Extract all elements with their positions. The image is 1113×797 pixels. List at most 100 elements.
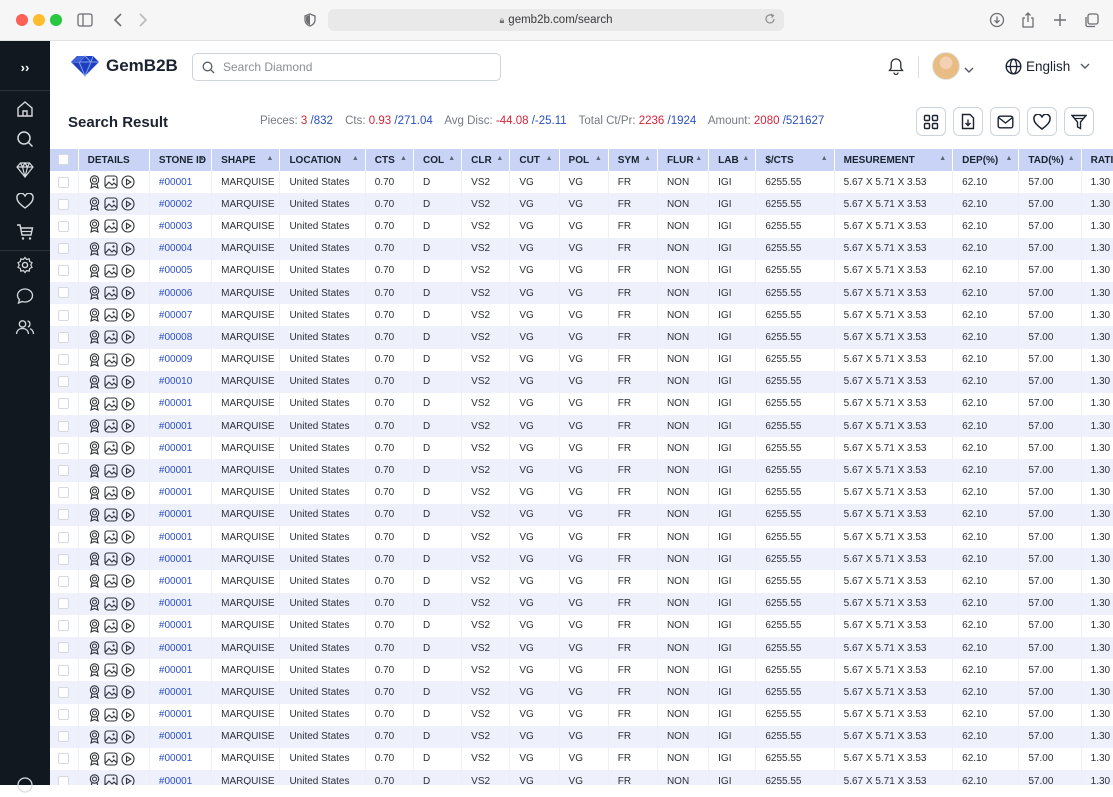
row-checkbox[interactable] bbox=[50, 570, 79, 593]
table-row[interactable]: #00001 MARQUISE United States 0.70 D VS2 VG VG F… bbox=[50, 392, 1113, 416]
cell-stone-id[interactable]: #00007 bbox=[149, 304, 213, 327]
sort-icon[interactable]: ▲ bbox=[644, 155, 651, 162]
cell-stone-id[interactable]: #00005 bbox=[149, 259, 213, 282]
column-header-cts[interactable]: CTS ▲ bbox=[365, 149, 414, 171]
cell-stone-id[interactable]: #00001 bbox=[149, 725, 213, 748]
users-icon[interactable] bbox=[13, 315, 37, 339]
grid-view-button[interactable] bbox=[916, 107, 946, 136]
certificate-icon[interactable] bbox=[88, 397, 101, 411]
expand-icon[interactable]: ›› bbox=[13, 55, 37, 79]
sort-icon[interactable]: ▲ bbox=[695, 155, 702, 162]
cart-icon[interactable] bbox=[13, 220, 37, 244]
table-row[interactable]: #00002 MARQUISE United States 0.70 D VS2 VG VG F… bbox=[50, 193, 1113, 216]
row-checkbox[interactable] bbox=[50, 526, 79, 549]
video-icon[interactable] bbox=[121, 552, 135, 566]
row-checkbox[interactable] bbox=[50, 259, 79, 282]
video-icon[interactable] bbox=[121, 597, 135, 611]
notification-bell-icon[interactable] bbox=[888, 57, 904, 80]
wishlist-button[interactable] bbox=[1027, 107, 1057, 136]
row-checkbox[interactable] bbox=[50, 193, 79, 216]
image-icon[interactable] bbox=[104, 375, 118, 389]
search-box[interactable] bbox=[192, 53, 501, 81]
column-header-sym[interactable]: SYM ▲ bbox=[608, 149, 658, 171]
image-icon[interactable] bbox=[104, 685, 118, 699]
row-checkbox[interactable] bbox=[50, 481, 79, 504]
image-icon[interactable] bbox=[104, 641, 118, 655]
row-checkbox[interactable] bbox=[50, 548, 79, 571]
row-checkbox[interactable] bbox=[50, 392, 79, 416]
address-bar[interactable]: 🔒︎ gemb2b.com/search bbox=[328, 9, 784, 31]
mail-button[interactable] bbox=[990, 107, 1020, 136]
cell-stone-id[interactable]: #00001 bbox=[149, 703, 213, 726]
row-checkbox[interactable] bbox=[50, 215, 79, 238]
video-icon[interactable] bbox=[121, 175, 135, 189]
video-icon[interactable] bbox=[121, 397, 135, 411]
sort-icon[interactable]: ▲ bbox=[595, 155, 602, 162]
table-row[interactable]: #00001 MARQUISE United States 0.70 D VS2 VG VG F… bbox=[50, 437, 1113, 460]
row-checkbox[interactable] bbox=[50, 703, 79, 726]
certificate-icon[interactable] bbox=[88, 352, 101, 367]
table-row[interactable]: #00001 MARQUISE United States 0.70 D VS2 VG VG F… bbox=[50, 592, 1113, 615]
diamond-icon[interactable] bbox=[13, 158, 37, 182]
image-icon[interactable] bbox=[104, 552, 118, 566]
video-icon[interactable] bbox=[121, 375, 135, 389]
cell-stone-id[interactable]: #00001 bbox=[149, 681, 213, 704]
video-icon[interactable] bbox=[121, 774, 135, 785]
row-checkbox[interactable] bbox=[50, 636, 79, 660]
cell-stone-id[interactable]: #00003 bbox=[149, 215, 213, 238]
table-row[interactable]: #00004 MARQUISE United States 0.70 D VS2 VG VG F… bbox=[50, 237, 1113, 260]
sort-icon[interactable]: ▲ bbox=[496, 155, 503, 162]
image-icon[interactable] bbox=[104, 242, 118, 256]
sort-icon[interactable]: ▲ bbox=[821, 155, 828, 162]
chat-icon[interactable] bbox=[13, 284, 37, 308]
image-icon[interactable] bbox=[104, 330, 118, 344]
cell-stone-id[interactable]: #00001 bbox=[149, 437, 213, 460]
image-icon[interactable] bbox=[104, 574, 118, 589]
row-checkbox[interactable] bbox=[50, 503, 79, 526]
certificate-icon[interactable] bbox=[88, 508, 101, 522]
video-icon[interactable] bbox=[121, 441, 135, 455]
image-icon[interactable] bbox=[104, 264, 118, 278]
cell-stone-id[interactable]: #00001 bbox=[149, 570, 213, 593]
image-icon[interactable] bbox=[104, 730, 118, 744]
image-icon[interactable] bbox=[104, 508, 118, 522]
forward-icon[interactable] bbox=[133, 10, 153, 30]
column-header-details[interactable]: DETAILS bbox=[78, 149, 150, 171]
sidebar-toggle-icon[interactable] bbox=[75, 10, 95, 30]
sort-icon[interactable]: ▲ bbox=[742, 155, 749, 162]
image-icon[interactable] bbox=[104, 486, 118, 500]
table-row[interactable]: #00003 MARQUISE United States 0.70 D VS2 VG VG F… bbox=[50, 215, 1113, 238]
certificate-icon[interactable] bbox=[88, 330, 101, 345]
certificate-icon[interactable] bbox=[88, 375, 101, 389]
video-icon[interactable] bbox=[121, 685, 135, 699]
image-icon[interactable] bbox=[104, 619, 118, 633]
cell-stone-id[interactable]: #00006 bbox=[149, 281, 213, 305]
certificate-icon[interactable] bbox=[88, 663, 101, 678]
table-row[interactable]: #00001 MARQUISE United States 0.70 D VS2 VG VG F… bbox=[50, 681, 1113, 704]
certificate-icon[interactable] bbox=[88, 241, 101, 256]
download-icon[interactable] bbox=[987, 10, 1007, 30]
table-row[interactable]: #00001 MARQUISE United States 0.70 D VS2 VG VG F… bbox=[50, 770, 1113, 785]
filter-button[interactable] bbox=[1064, 107, 1094, 136]
certificate-icon[interactable] bbox=[88, 175, 101, 190]
table-row[interactable]: #00005 MARQUISE United States 0.70 D VS2 VG VG F… bbox=[50, 259, 1113, 282]
cell-stone-id[interactable]: #00002 bbox=[149, 193, 213, 216]
video-icon[interactable] bbox=[121, 330, 135, 344]
cell-stone-id[interactable]: #00001 bbox=[149, 503, 213, 526]
image-icon[interactable] bbox=[104, 175, 118, 189]
row-checkbox[interactable] bbox=[50, 415, 79, 438]
new-tab-icon[interactable] bbox=[1050, 10, 1070, 30]
close-window-button[interactable] bbox=[16, 14, 28, 26]
video-icon[interactable] bbox=[121, 708, 135, 722]
column-header-flur[interactable]: FLUR ▲ bbox=[657, 149, 710, 171]
column-header-stone-id[interactable]: STONE ID ▲ bbox=[149, 149, 213, 171]
certificate-icon[interactable] bbox=[88, 530, 101, 545]
row-checkbox[interactable] bbox=[50, 592, 79, 615]
table-row[interactable]: #00001 MARQUISE United States 0.70 D VS2 VG VG F… bbox=[50, 548, 1113, 571]
video-icon[interactable] bbox=[121, 508, 135, 522]
table-row[interactable]: #00006 MARQUISE United States 0.70 D VS2 VG VG F… bbox=[50, 281, 1113, 305]
video-icon[interactable] bbox=[121, 641, 135, 655]
video-icon[interactable] bbox=[121, 419, 135, 433]
avatar[interactable] bbox=[932, 52, 960, 80]
privacy-shield-icon[interactable] bbox=[300, 10, 320, 30]
